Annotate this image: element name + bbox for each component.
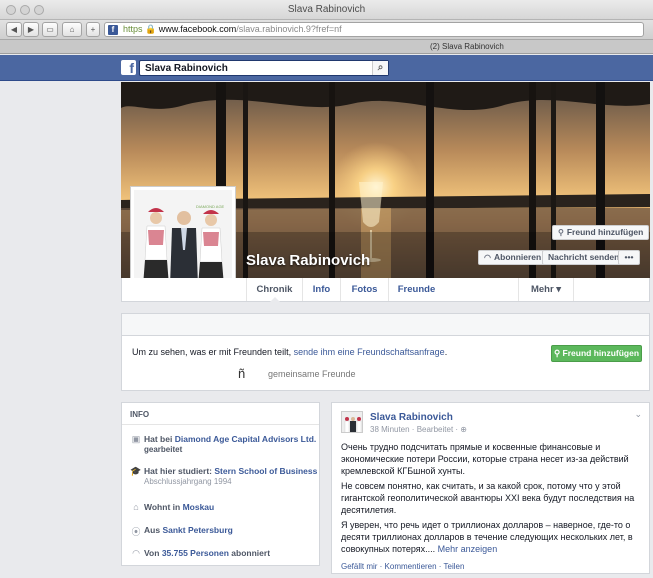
address-bar[interactable]: f https 🔒 www.facebook.com/slava.rabinov… — [104, 22, 644, 37]
browser-toolbar: ◀ ▶ ▭ ⌂ + f https 🔒 www.facebook.com/sla… — [0, 20, 653, 40]
profile-name[interactable]: Slava Rabinovich — [246, 252, 370, 269]
tab-fotos[interactable]: Fotos — [340, 278, 388, 301]
info-heading: INFO — [122, 403, 319, 425]
add-friend-icon: ⚲ — [558, 228, 564, 237]
mutual-friends-label[interactable]: gemeinsame Freunde — [268, 369, 356, 379]
info-education-link[interactable]: Stern School of Business — [214, 466, 317, 476]
location-pin-icon: ⦿ — [131, 527, 141, 537]
house-icon: ⌂ — [133, 502, 139, 512]
info-card: INFO ▣ Hat bei Diamond Age Capital Advis… — [121, 402, 320, 566]
send-message-label: Nachricht senden — [548, 252, 620, 262]
url-path: /slava.rabinovich.9?fref=nf — [236, 24, 342, 34]
post-avatar[interactable] — [341, 411, 363, 433]
more-options-icon: ••• — [624, 252, 634, 262]
friend-request-text-after: . — [444, 347, 448, 357]
info-education-prefix: Hat hier studiert: — [144, 466, 213, 476]
svg-text:DIAMOND AGE: DIAMOND AGE — [196, 204, 225, 209]
info-origin-link[interactable]: Sankt Petersburg — [162, 525, 232, 535]
add-friend-cover-label: Freund hinzufügen — [566, 227, 644, 237]
info-work-prefix: Hat bei — [144, 434, 173, 444]
post-author[interactable]: Slava Rabinovich — [370, 412, 453, 423]
back-button[interactable]: ◀ — [6, 22, 22, 37]
send-message-button[interactable]: Nachricht senden — [542, 250, 626, 265]
post-meta[interactable]: 38 Minuten · Bearbeitet · ⊕ — [370, 425, 467, 434]
info-residence-link[interactable]: Moskau — [183, 502, 215, 512]
facebook-logo-icon[interactable]: f — [121, 60, 136, 76]
tab-freunde[interactable]: Freunde — [388, 278, 444, 301]
friend-request-text-before: Um zu sehen, was er mit Freunden teilt, — [132, 347, 292, 357]
profile-picture[interactable]: DIAMOND AGE — [130, 186, 236, 292]
info-origin-prefix: Aus — [144, 525, 161, 535]
browser-tab[interactable]: (2) Slava Rabinovich — [430, 42, 504, 51]
window-titlebar: Slava Rabinovich — [0, 0, 653, 20]
forward-button[interactable]: ▶ — [23, 22, 39, 37]
friend-request-header — [121, 313, 650, 335]
rss-icon: ◠ — [132, 548, 140, 558]
info-education-sub: Abschlussjahrgang 1994 — [144, 477, 232, 486]
tab-bar: (2) Slava Rabinovich — [0, 40, 653, 54]
mutual-friends-icon: ñ — [238, 366, 246, 381]
lock-icon: 🔒 — [145, 24, 159, 34]
window-title: Slava Rabinovich — [287, 4, 366, 15]
search-input[interactable]: Slava Rabinovich ⌕ — [139, 60, 389, 76]
tab-info[interactable]: Info — [302, 278, 340, 301]
rss-icon: ◠ — [484, 253, 491, 262]
add-friend-cover-button[interactable]: ⚲ Freund hinzufügen — [552, 225, 650, 240]
chevron-down-icon[interactable]: ⌄ — [634, 409, 642, 420]
add-friend-button[interactable]: ⚲ Freund hinzufügen — [551, 345, 642, 362]
post-paragraph-3: Я уверен, что речь идет о триллионах дол… — [341, 519, 641, 555]
subscribe-label: Abonnieren — [493, 252, 542, 262]
friend-request-link[interactable]: sende ihm eine Freundschaftsanfrage — [294, 347, 445, 357]
briefcase-icon: ▣ — [131, 434, 141, 444]
facebook-header: f Slava Rabinovich ⌕ — [0, 55, 653, 81]
post-actions[interactable]: Gefällt mir · Kommentieren · Teilen — [341, 562, 464, 571]
graduation-icon: 🎓 — [130, 466, 142, 476]
post-paragraph-1: Очень трудно подсчитать прямые и косвенн… — [341, 442, 629, 476]
facebook-favicon-icon: f — [108, 25, 118, 35]
info-residence-prefix: Wohnt in — [144, 502, 181, 512]
reader-button[interactable]: ▭ — [42, 22, 58, 37]
friend-request-card: Um zu sehen, was er mit Freunden teilt, … — [121, 335, 650, 391]
info-work-line2: gearbeitet — [144, 445, 183, 454]
add-bookmark-button[interactable]: + — [86, 22, 100, 37]
add-friend-button-icon: ⚲ — [553, 348, 563, 358]
more-options-button[interactable]: ••• — [618, 250, 640, 265]
url-scheme: https — [123, 24, 143, 34]
tab-chronik[interactable]: Chronik — [246, 278, 302, 302]
add-friend-button-label: Freund hinzufügen — [562, 348, 640, 358]
post-paragraph-2: Не совсем понятно, как считать, и за как… — [341, 481, 635, 515]
subscribe-button[interactable]: ◠ Abonnieren — [478, 250, 548, 265]
search-value: Slava Rabinovich — [145, 63, 228, 74]
profile-nav: Chronik Info Fotos Freunde Mehr ▾ — [121, 278, 650, 302]
info-followers-link[interactable]: 35.755 Personen — [162, 548, 229, 558]
friend-request-text: Um zu sehen, was er mit Freunden teilt, … — [132, 347, 447, 357]
info-followers-prefix: Von — [144, 548, 160, 558]
tab-more[interactable]: Mehr ▾ — [518, 278, 574, 301]
info-followers-suffix: abonniert — [231, 548, 271, 558]
info-work-link[interactable]: Diamond Age Capital Advisors Ltd. — [175, 434, 317, 444]
search-icon[interactable]: ⌕ — [372, 61, 388, 75]
post-card: Slava Rabinovich 38 Minuten · Bearbeitet… — [331, 402, 650, 574]
home-button[interactable]: ⌂ — [62, 22, 82, 37]
url-domain: www.facebook.com — [158, 24, 237, 34]
show-more-link[interactable]: Mehr anzeigen — [438, 544, 498, 554]
